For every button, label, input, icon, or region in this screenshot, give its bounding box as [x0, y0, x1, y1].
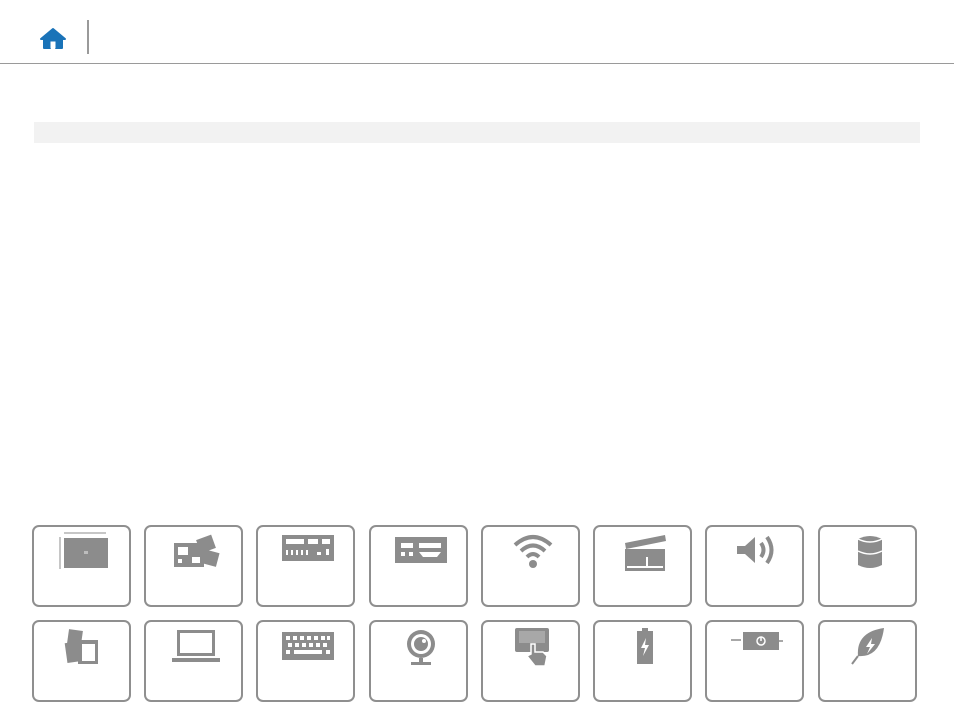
tile-video[interactable]: [593, 525, 692, 607]
tile-touchpad[interactable]: [481, 620, 580, 702]
card-reader-slot-icon: [395, 537, 447, 563]
tile-ports-connectors[interactable]: [256, 525, 355, 607]
battery-icon: [637, 628, 653, 664]
header-divider: [87, 20, 89, 54]
tile-communications[interactable]: [481, 525, 580, 607]
laptop-dimensions-icon: [59, 532, 108, 569]
tile-environmental[interactable]: [818, 620, 917, 702]
webcam-icon: [407, 630, 435, 665]
motherboard-icon: [174, 534, 220, 567]
storage-cylinder-icon: [857, 536, 883, 568]
tile-storage[interactable]: [818, 525, 917, 607]
tile-audio[interactable]: [705, 525, 804, 607]
ports-connectors-icon: [282, 535, 334, 561]
keyboard-icon: [282, 632, 334, 660]
touchpad-icon: [515, 628, 549, 666]
top-bar: [0, 0, 954, 64]
tile-media-card-reader[interactable]: [369, 525, 468, 607]
tile-battery[interactable]: [593, 620, 692, 702]
tile-system-information[interactable]: [144, 525, 243, 607]
tile-keyboard[interactable]: [256, 620, 355, 702]
section-header-bar: [34, 122, 920, 143]
tile-camera[interactable]: [369, 620, 468, 702]
clapperboard-icon: [625, 535, 666, 571]
laptop-display-icon: [172, 630, 220, 662]
tile-display[interactable]: [144, 620, 243, 702]
leaf-icon: [851, 628, 884, 665]
tile-dimensions-weight[interactable]: [32, 525, 131, 607]
power-adapter-icon: [731, 632, 783, 650]
wifi-icon: [513, 535, 553, 568]
memory-cards-icon: [64, 629, 98, 664]
tile-memory-cards[interactable]: [32, 620, 131, 702]
home-button[interactable]: [38, 26, 68, 52]
speaker-icon: [737, 535, 774, 565]
home-icon: [40, 28, 66, 49]
tile-power-adapter[interactable]: [705, 620, 804, 702]
